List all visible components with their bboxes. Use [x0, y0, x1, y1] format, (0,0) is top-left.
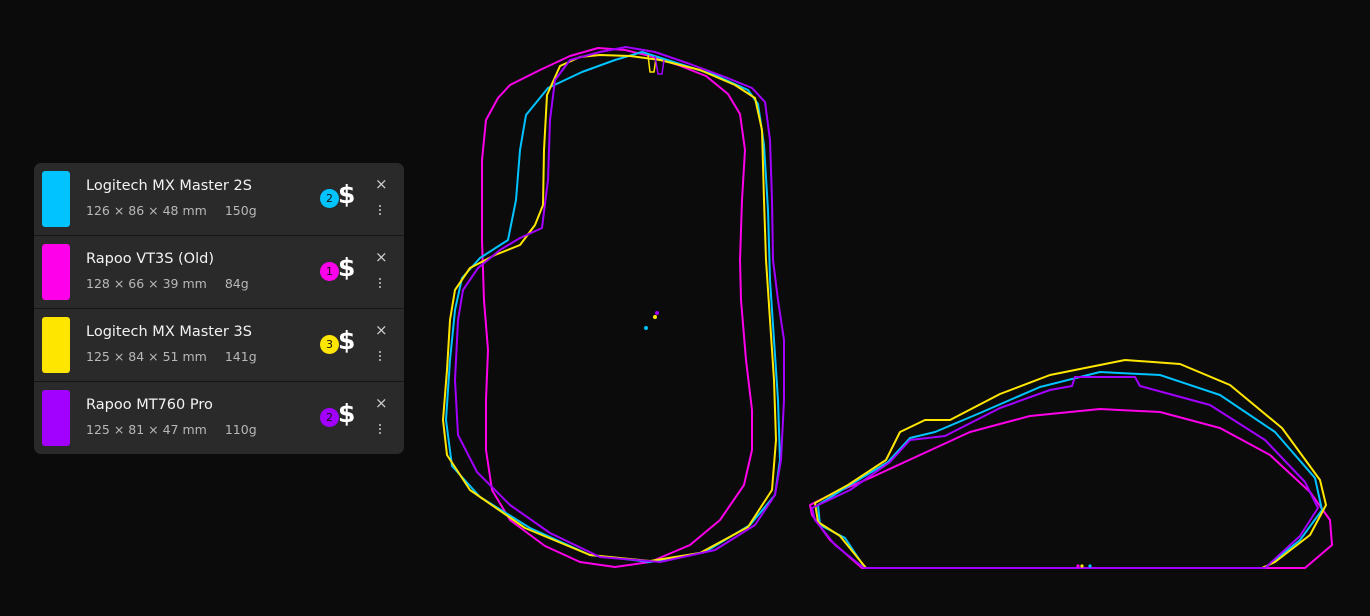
- side-outline-rapoo-mt760: [811, 376, 1319, 569]
- side-outline-mx-master-2s: [817, 371, 1323, 569]
- side-outline-mx-master-3s: [814, 359, 1327, 569]
- base-marker: [1076, 564, 1080, 568]
- base-marker: [1088, 564, 1092, 568]
- base-marker: [1080, 564, 1084, 568]
- side-view-outlines: [809, 359, 1333, 569]
